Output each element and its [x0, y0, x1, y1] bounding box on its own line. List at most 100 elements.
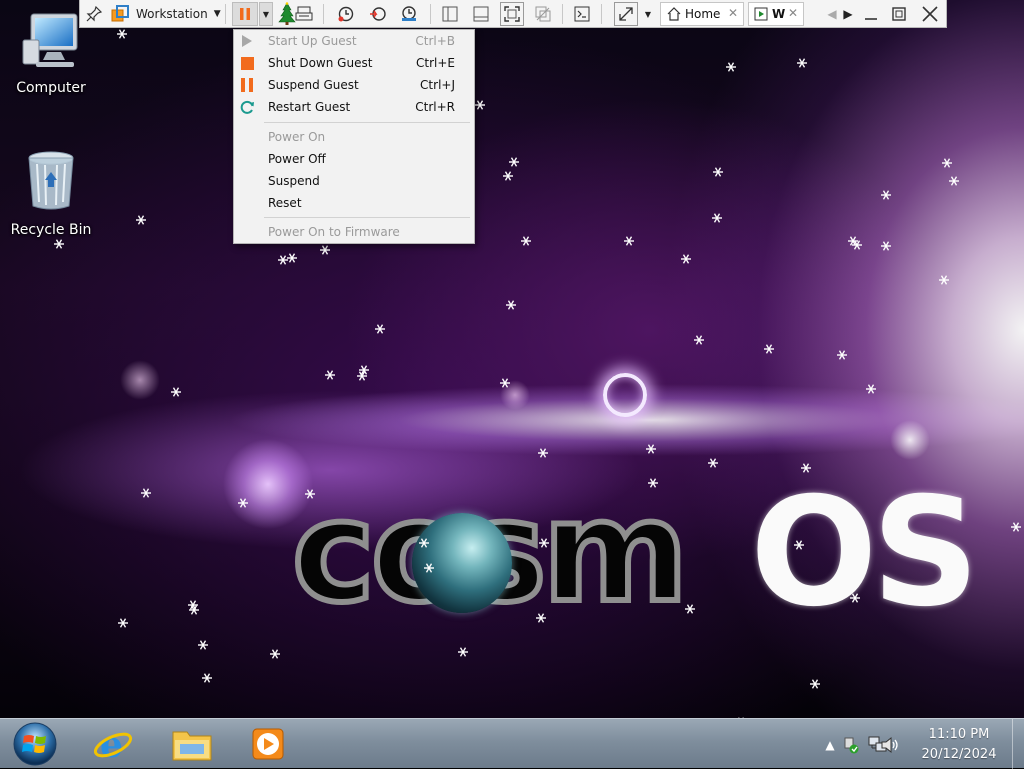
- chevron-down-icon: ▼: [262, 9, 270, 19]
- unity-mode-button[interactable]: [531, 2, 555, 26]
- stretch-options-dropdown[interactable]: ▼: [641, 2, 655, 26]
- planet-graphic: [412, 513, 512, 613]
- tab-home[interactable]: Home ✕: [660, 2, 744, 26]
- keyboard-icon: [295, 6, 313, 21]
- menu-item-label: Power Off: [268, 152, 326, 166]
- tab-label: Home: [685, 7, 721, 21]
- unity-icon: [535, 6, 551, 22]
- light-flare: [500, 380, 530, 410]
- menu-item-shortcut: Ctrl+E: [416, 56, 455, 70]
- tab-scroll-right-icon[interactable]: ▶: [840, 2, 856, 26]
- menu-item-start-up-guest[interactable]: Start Up Guest Ctrl+B: [234, 30, 474, 52]
- taskbar-file-explorer[interactable]: [163, 721, 221, 767]
- close-icon[interactable]: ✕: [728, 6, 738, 20]
- suspend-guest-button[interactable]: [232, 2, 258, 26]
- stretch-guest-button[interactable]: [614, 2, 638, 26]
- close-window-button[interactable]: [918, 2, 942, 26]
- tab-scroll-left-icon[interactable]: ◀: [824, 2, 840, 26]
- thumbnail-bar-button[interactable]: [469, 2, 493, 26]
- restore-button[interactable]: [888, 2, 910, 26]
- stop-icon: [239, 55, 255, 71]
- pause-icon: [240, 8, 250, 20]
- menu-item-label: Power On: [268, 130, 326, 144]
- volume-icon[interactable]: [878, 733, 902, 757]
- toolbar-divider: [601, 4, 602, 24]
- close-icon[interactable]: ✕: [788, 6, 798, 20]
- menu-item-restart-guest[interactable]: Restart Guest Ctrl+R: [234, 96, 474, 118]
- menu-item-suspend[interactable]: Suspend: [234, 170, 474, 192]
- snapshot-clock-icon: [338, 6, 354, 22]
- restart-icon: [239, 99, 255, 115]
- vm-icon: [754, 7, 768, 21]
- play-icon: [239, 33, 255, 49]
- menu-item-shut-down-guest[interactable]: Shut Down Guest Ctrl+E: [234, 52, 474, 74]
- desktop-icon-recycle-bin[interactable]: Recycle Bin: [3, 150, 99, 238]
- send-ctrl-alt-del-button[interactable]: [292, 2, 316, 26]
- menu-item-label: Suspend Guest: [268, 78, 359, 92]
- file-explorer-icon: [172, 731, 212, 761]
- pin-icon[interactable]: [82, 2, 106, 26]
- toolbar-divider: [225, 4, 226, 24]
- revert-snapshot-button[interactable]: [366, 2, 390, 26]
- menu-item-label: Power On to Firmware: [268, 225, 400, 239]
- pause-icon: [239, 77, 255, 93]
- menu-item-suspend-guest[interactable]: Suspend Guest Ctrl+J: [234, 74, 474, 96]
- taskbar-media-player[interactable]: [240, 721, 298, 767]
- taskbar-clock-time[interactable]: 11:10 PM: [910, 726, 1008, 744]
- media-player-icon: [252, 728, 284, 760]
- svg-text:e: e: [100, 724, 123, 765]
- chevron-down-icon: ▼: [644, 9, 652, 19]
- vmware-toolbar: Workstation ▼ ▼ ▼ Home ✕ W ✕ ◀ ▶: [79, 0, 947, 28]
- menu-item-power-on[interactable]: Power On: [234, 126, 474, 148]
- desktop-background[interactable]: cosm OS Computer Recycle Bin: [0, 0, 1024, 718]
- light-flare: [890, 420, 930, 460]
- menu-item-shortcut: Ctrl+B: [415, 34, 455, 48]
- internet-explorer-icon: e: [93, 724, 133, 765]
- usb-safe-remove-icon[interactable]: [840, 733, 862, 757]
- power-menu: Start Up Guest Ctrl+B Shut Down Guest Ct…: [233, 29, 475, 244]
- menu-item-label: Reset: [268, 196, 302, 210]
- toolbar-divider: [562, 4, 563, 24]
- menu-item-label: Restart Guest: [268, 100, 351, 114]
- taskbar-clock-date[interactable]: 20/12/2024: [910, 746, 1008, 764]
- minimize-button[interactable]: [860, 2, 882, 26]
- light-ring: [603, 373, 647, 417]
- taskbar: e ▲ 11:10 PM 20/12/2024: [0, 718, 1024, 769]
- expand-diagonal-icon: [619, 7, 633, 21]
- take-snapshot-button[interactable]: [334, 2, 358, 26]
- menu-item-label: Suspend: [268, 174, 320, 188]
- menu-divider: [264, 217, 470, 218]
- library-label: Workstation: [136, 7, 208, 21]
- revert-snapshot-icon: [370, 7, 386, 21]
- menu-divider: [264, 122, 470, 123]
- console-icon: [574, 6, 590, 22]
- power-menu-dropdown[interactable]: ▼: [259, 2, 273, 26]
- minimize-icon: [865, 18, 877, 20]
- logo-os-text: OS: [750, 466, 980, 640]
- menu-item-label: Start Up Guest: [268, 34, 357, 48]
- taskbar-internet-explorer[interactable]: e: [84, 721, 142, 767]
- menu-item-reset[interactable]: Reset: [234, 192, 474, 214]
- tab-vm[interactable]: W ✕: [748, 2, 804, 26]
- snapshot-manager-button[interactable]: [397, 2, 421, 26]
- console-view-button[interactable]: [570, 2, 594, 26]
- start-button[interactable]: [6, 721, 64, 767]
- menu-item-power-on-to-firmware[interactable]: Power On to Firmware: [234, 221, 474, 243]
- show-desktop-button[interactable]: [1012, 719, 1024, 769]
- toolbar-divider: [323, 4, 324, 24]
- show-library-button[interactable]: [438, 2, 462, 26]
- menu-item-power-off[interactable]: Power Off: [234, 148, 474, 170]
- full-screen-icon: [504, 6, 520, 22]
- library-dropdown[interactable]: Workstation ▼: [136, 2, 221, 26]
- menu-item-shortcut: Ctrl+J: [420, 78, 455, 92]
- home-icon: [667, 7, 681, 21]
- computer-icon: [22, 13, 78, 67]
- toolbar-divider: [430, 4, 431, 24]
- restore-icon: [892, 7, 906, 21]
- full-screen-button[interactable]: [500, 2, 524, 26]
- show-hidden-icons-icon[interactable]: ▲: [820, 733, 840, 757]
- chevron-down-icon: ▼: [213, 9, 221, 19]
- light-flare: [120, 360, 160, 400]
- close-icon: [922, 6, 938, 22]
- vmware-logo-icon: [108, 2, 132, 26]
